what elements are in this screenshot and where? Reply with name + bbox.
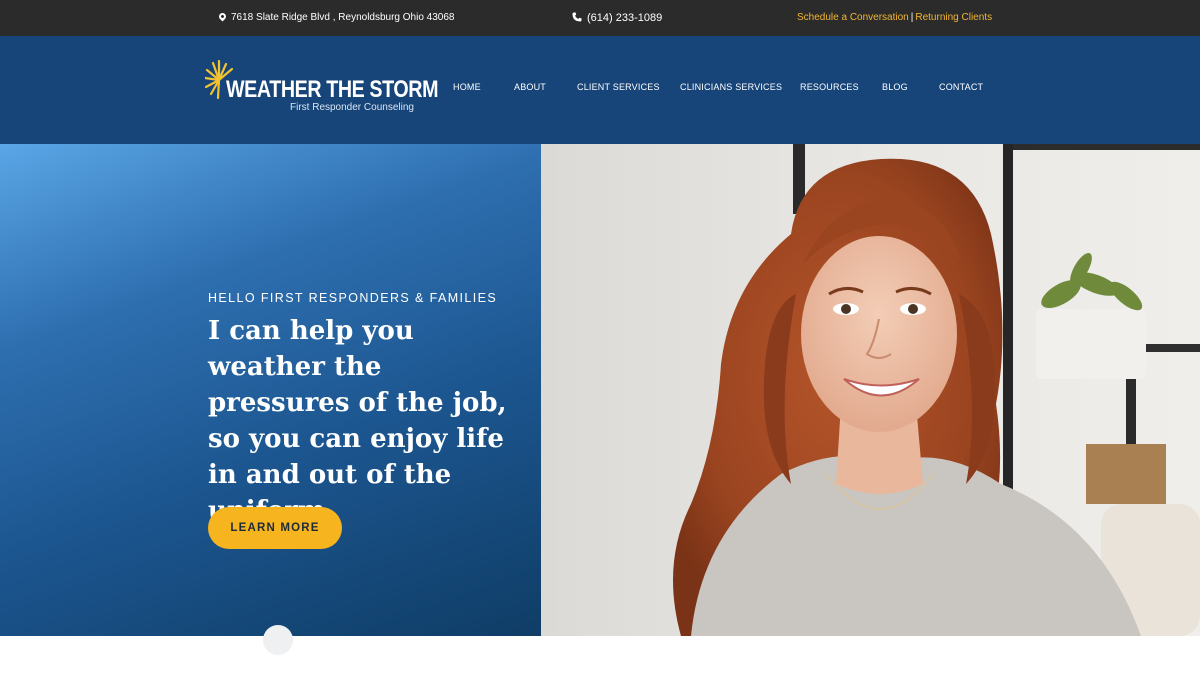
phone-text: (614) 233-1089 [587, 12, 663, 24]
nav-about[interactable]: ABOUT [514, 82, 546, 92]
schedule-conversation-link[interactable]: Schedule a Conversation [797, 12, 909, 23]
nav-blog[interactable]: BLOG [882, 82, 908, 92]
portrait-illustration [541, 144, 1200, 636]
phone-icon [572, 12, 582, 22]
nav-client-services[interactable]: CLIENT SERVICES [577, 82, 660, 92]
nav-clinicians-services[interactable]: CLINICIANS SERVICES [680, 82, 782, 92]
phone-link[interactable]: (614) 233-1089 [572, 12, 662, 24]
top-bar: 7618 Slate Ridge Blvd , Reynoldsburg Ohi… [0, 0, 1200, 36]
hero-headline: I can help you weather the pressures of … [208, 316, 507, 526]
main-nav: HOME ABOUT CLIENT SERVICES CLINICIANS SE… [0, 82, 1200, 96]
top-links: Schedule a Conversation | Returning Client… [797, 12, 992, 23]
site-header: WEATHER THE STORM First Responder Counse… [0, 36, 1200, 144]
hero-photo [541, 144, 1200, 636]
hero-eyebrow: HELLO FIRST RESPONDERS & FAMILIES [208, 291, 498, 305]
logo-tagline: First Responder Counseling [290, 102, 414, 113]
map-pin-icon [217, 11, 228, 22]
nav-home[interactable]: HOME [453, 82, 481, 92]
nav-contact[interactable]: CONTACT [939, 82, 983, 92]
address-text: 7618 Slate Ridge Blvd , Reynoldsburg Ohi… [231, 12, 455, 23]
learn-more-button[interactable]: LEARN MORE [208, 507, 342, 549]
returning-clients-link[interactable]: Returning Clients [915, 12, 992, 23]
nav-resources[interactable]: RESOURCES [800, 82, 859, 92]
scroll-indicator [263, 625, 293, 655]
address: 7618 Slate Ridge Blvd , Reynoldsburg Ohi… [217, 11, 455, 23]
